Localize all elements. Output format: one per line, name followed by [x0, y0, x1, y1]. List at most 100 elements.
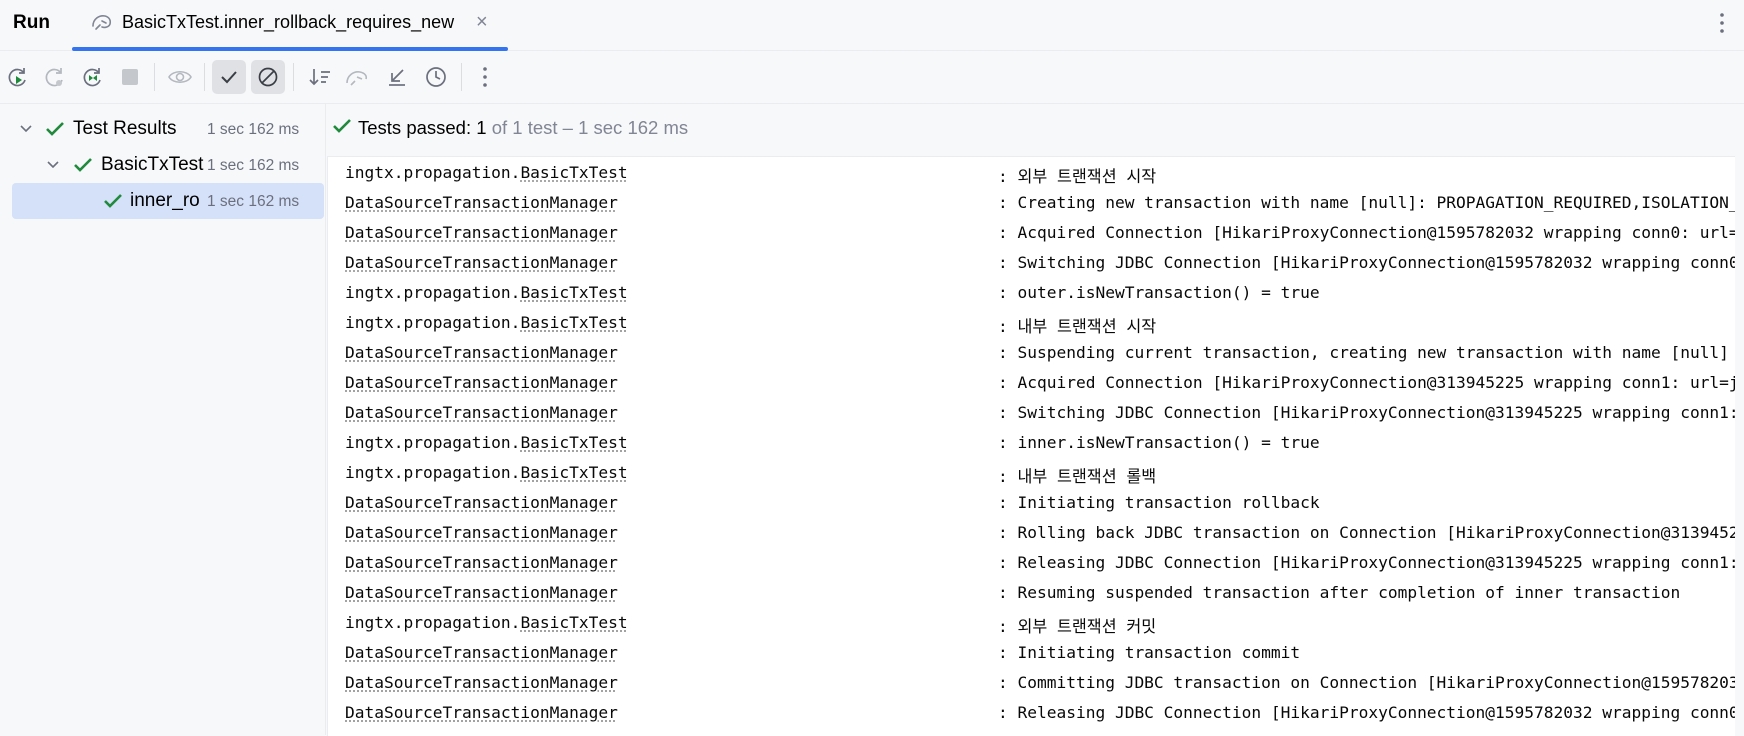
logger-name: DataSourceTransactionManager	[345, 343, 618, 362]
logger-name: ingtx.propagation.BasicTxTest	[345, 463, 628, 482]
log-message: : 외부 트랜잭션 커밋	[998, 617, 1157, 636]
logger-name: DataSourceTransactionManager	[345, 253, 618, 272]
logger-class-link[interactable]: DataSourceTransactionManager	[345, 523, 618, 542]
run-tool-window-title: Run	[13, 12, 50, 33]
logger-name: DataSourceTransactionManager	[345, 523, 618, 542]
log-message: : 내부 트랜잭션 롤백	[998, 467, 1157, 486]
logger-name: DataSourceTransactionManager	[345, 373, 618, 392]
show-ignored-tests-button[interactable]	[251, 60, 285, 94]
passed-check-icon	[74, 158, 92, 172]
rerun-failed-icon	[45, 68, 63, 87]
tree-label: BasicTxTest	[101, 154, 204, 175]
toolbar-separator	[461, 63, 462, 91]
console-output[interactable]: ingtx.propagation.BasicTxTest: 외부 트랜잭션 시…	[327, 156, 1735, 736]
logger-class-link[interactable]: DataSourceTransactionManager	[345, 643, 618, 662]
log-message: : Switching JDBC Connection [HikariProxy…	[998, 403, 1735, 422]
chevron-down-icon[interactable]	[45, 157, 61, 173]
sort-icon	[309, 69, 330, 86]
logger-package: ingtx.propagation.	[345, 433, 521, 452]
logger-name: ingtx.propagation.BasicTxTest	[345, 283, 628, 302]
log-message: : outer.isNewTransaction() = true	[998, 283, 1320, 302]
logger-class-link[interactable]: DataSourceTransactionManager	[345, 493, 618, 512]
tree-row-test-results[interactable]: Test Results 1 sec 162 ms	[0, 111, 326, 147]
toolbar-separator	[154, 63, 155, 91]
tree-label: Test Results	[73, 118, 177, 139]
sort-button[interactable]	[303, 60, 337, 94]
log-message: : Releasing JDBC Connection [HikariProxy…	[998, 553, 1735, 572]
tree-row-inner-rollback-requires-new[interactable]: inner_ro 1 sec 162 ms	[12, 183, 324, 219]
close-icon[interactable]: ×	[476, 11, 488, 34]
logger-class-link[interactable]: DataSourceTransactionManager	[345, 343, 618, 362]
chevron-down-icon[interactable]	[18, 121, 34, 137]
eye-icon	[168, 70, 192, 84]
log-message: : Initiating transaction rollback	[998, 493, 1320, 512]
tree-label: inner_ro	[130, 190, 200, 211]
logger-class-link[interactable]: BasicTxTest	[520, 283, 627, 302]
logger-name: DataSourceTransactionManager	[345, 223, 618, 242]
logger-name: ingtx.propagation.BasicTxTest	[345, 613, 628, 632]
tree-row-basictxtest[interactable]: BasicTxTest 1 sec 162 ms	[0, 147, 326, 183]
import-tests-icon	[346, 71, 368, 86]
more-actions-button[interactable]	[468, 60, 502, 94]
rerun-failed-button[interactable]	[37, 60, 71, 94]
rerun-icon	[8, 68, 26, 87]
run-toolbar	[0, 51, 1744, 104]
log-message: : Switching JDBC Connection [HikariProxy…	[998, 253, 1735, 272]
passed-check-icon	[104, 194, 122, 208]
tree-duration: 1 sec 162 ms	[207, 157, 300, 174]
logger-name: ingtx.propagation.BasicTxTest	[345, 163, 628, 182]
collapse-button[interactable]	[380, 60, 414, 94]
logger-class-link[interactable]: BasicTxTest	[520, 163, 627, 182]
toggle-auto-test-button[interactable]	[75, 60, 109, 94]
tool-window-header: Run BasicTxTest.inner_rollback_requires_…	[0, 0, 1744, 51]
logger-class-link[interactable]: BasicTxTest	[520, 613, 627, 632]
logger-package: ingtx.propagation.	[345, 313, 521, 332]
logger-class-link[interactable]: DataSourceTransactionManager	[345, 403, 618, 422]
logger-name: ingtx.propagation.BasicTxTest	[345, 313, 628, 332]
clock-icon	[426, 67, 446, 87]
stop-button[interactable]	[113, 60, 147, 94]
log-message: : Rolling back JDBC transaction on Conne…	[998, 523, 1735, 542]
tree-duration: 1 sec 162 ms	[207, 121, 300, 138]
logger-package: ingtx.propagation.	[345, 613, 521, 632]
logger-class-link[interactable]: DataSourceTransactionManager	[345, 553, 618, 572]
logger-class-link[interactable]: BasicTxTest	[520, 463, 627, 482]
logger-package: ingtx.propagation.	[345, 463, 521, 482]
logger-name: DataSourceTransactionManager	[345, 643, 618, 662]
logger-package: ingtx.propagation.	[345, 283, 521, 302]
status-count: 1	[476, 117, 487, 138]
logger-class-link[interactable]: DataSourceTransactionManager	[345, 193, 618, 212]
logger-class-link[interactable]: DataSourceTransactionManager	[345, 673, 618, 692]
log-message: : 내부 트랜잭션 시작	[998, 317, 1157, 336]
toggle-auto-test-icon	[83, 68, 101, 87]
log-message: : Acquired Connection [HikariProxyConnec…	[998, 373, 1735, 392]
test-tree: Test Results 1 sec 162 ms BasicTxTest 1 …	[0, 104, 326, 735]
more-vertical-icon[interactable]	[1714, 10, 1730, 36]
logger-class-link[interactable]: DataSourceTransactionManager	[345, 583, 618, 602]
show-passed-button[interactable]	[212, 60, 246, 94]
logger-class-link[interactable]: DataSourceTransactionManager	[345, 703, 618, 722]
logger-class-link[interactable]: BasicTxTest	[520, 313, 627, 332]
toolbar-separator	[293, 63, 294, 91]
test-run-icon	[92, 15, 112, 30]
logger-class-link[interactable]: DataSourceTransactionManager	[345, 253, 618, 272]
test-status-bar: Tests passed: 1 of 1 test – 1 sec 162 ms	[330, 104, 1744, 154]
logger-name: DataSourceTransactionManager	[345, 673, 618, 692]
logger-class-link[interactable]: DataSourceTransactionManager	[345, 223, 618, 242]
splitter[interactable]	[325, 104, 326, 735]
logger-class-link[interactable]: DataSourceTransactionManager	[345, 373, 618, 392]
logger-name: DataSourceTransactionManager	[345, 583, 618, 602]
status-prefix: Tests passed:	[358, 117, 477, 138]
show-ignored-button[interactable]	[163, 60, 197, 94]
logger-class-link[interactable]: BasicTxTest	[520, 433, 627, 452]
test-history-button[interactable]	[419, 60, 453, 94]
log-message: : 외부 트랜잭션 시작	[998, 167, 1157, 186]
passed-check-icon	[46, 122, 64, 136]
import-tests-button[interactable]	[341, 60, 375, 94]
log-message: : Acquired Connection [HikariProxyConnec…	[998, 223, 1735, 242]
rerun-button[interactable]	[0, 60, 34, 94]
log-message: : Suspending current transaction, creati…	[998, 343, 1729, 362]
tree-duration: 1 sec 162 ms	[207, 193, 300, 210]
ignored-icon	[258, 67, 278, 87]
run-tab[interactable]: BasicTxTest.inner_rollback_requires_new …	[72, 0, 508, 50]
